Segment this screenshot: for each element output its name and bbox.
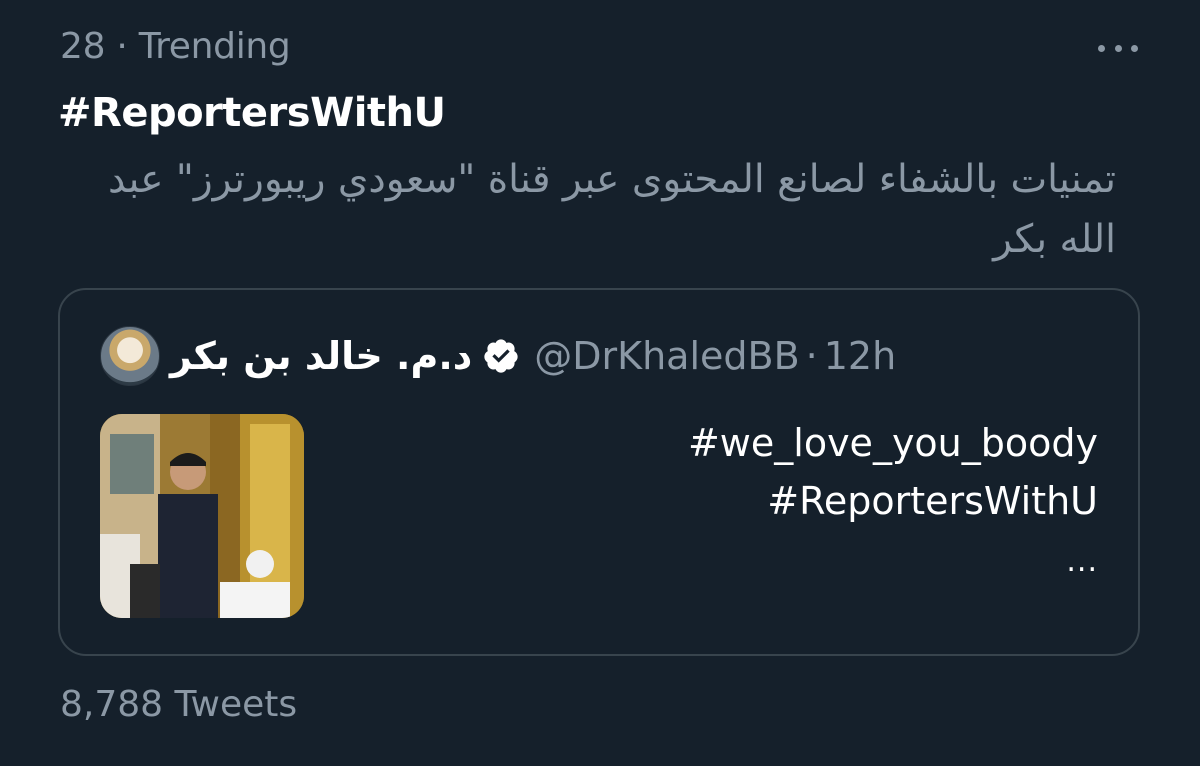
more-dot-icon (1098, 44, 1105, 52)
photo-image (100, 414, 304, 618)
tweet-handle[interactable]: @DrKhaledBB (534, 334, 799, 378)
trend-hashtag[interactable]: #ReportersWithU (58, 90, 446, 136)
tweet-hashtag-line[interactable]: #we_love_you_boody (688, 414, 1098, 472)
tweet-header: د.م. خالد بن بكر @DrKhaledBB · 12h (100, 326, 896, 386)
tweet-separator: · (805, 334, 818, 378)
tweet-truncation-ellipsis: ... (1066, 544, 1098, 579)
avatar[interactable] (100, 326, 160, 386)
trend-meta: 28 · Trending (60, 26, 291, 67)
verified-badge-icon (484, 339, 518, 373)
trend-item[interactable]: 28 · Trending #ReportersWithU تمنيات بال… (0, 0, 1200, 766)
tweet-author-name[interactable]: د.م. خالد بن بكر (170, 334, 472, 378)
tweet-media-thumbnail[interactable] (100, 414, 304, 618)
more-options-button[interactable] (1098, 34, 1138, 62)
tweet-text: #we_love_you_boody #ReportersWithU (688, 414, 1098, 530)
embedded-tweet-card[interactable]: د.م. خالد بن بكر @DrKhaledBB · 12h #we_l… (58, 288, 1140, 656)
more-dot-icon (1131, 44, 1138, 52)
trend-separator: · (116, 26, 128, 67)
tweet-count: 8,788 Tweets (60, 684, 298, 725)
trend-description: تمنيات بالشفاء لصانع المحتوى عبر قناة "س… (107, 157, 1116, 262)
tweet-hashtag-line[interactable]: #ReportersWithU (688, 472, 1098, 530)
trend-category: Trending (138, 26, 291, 67)
more-dot-icon (1114, 44, 1122, 52)
trend-rank: 28 (60, 26, 106, 67)
tweet-timestamp[interactable]: 12h (824, 334, 896, 378)
